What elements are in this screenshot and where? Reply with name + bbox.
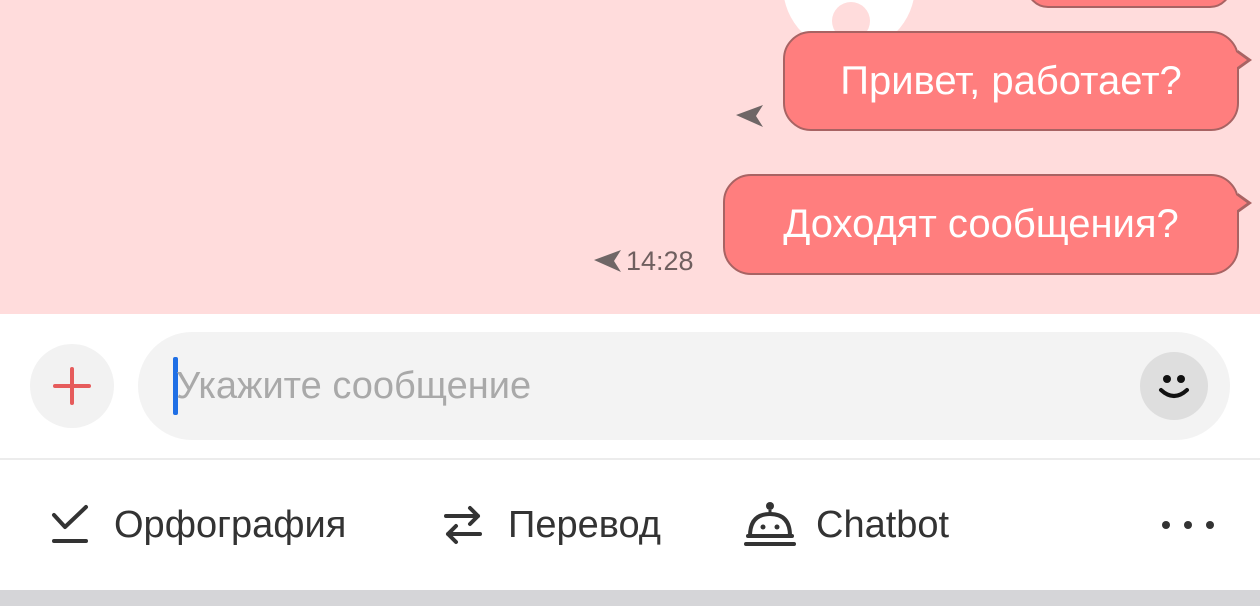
keyboard-edge: [0, 590, 1260, 606]
spellcheck-label: Орфография: [114, 503, 347, 546]
checkmark-underline-icon: [52, 505, 88, 543]
message-bubble[interactable]: Привет, работает?: [783, 31, 1239, 131]
spellcheck-button[interactable]: Орфография: [50, 495, 346, 555]
sent-status-icon: [736, 105, 763, 127]
translate-label: Перевод: [508, 503, 661, 546]
more-button[interactable]: [1156, 510, 1220, 540]
chatbot-button[interactable]: Chatbot: [744, 495, 949, 555]
chat-area: Привет, работает? Доходят сообщения? 14:…: [0, 0, 1260, 314]
add-attachment-button[interactable]: [30, 344, 114, 428]
message-input[interactable]: [176, 352, 1136, 420]
toolbar: Орфография Перевод Chatbot: [0, 460, 1260, 590]
message-text: Доходят сообщения?: [783, 202, 1179, 246]
bubble-tail-fill: [1236, 195, 1247, 211]
message-text: Привет, работает?: [840, 59, 1182, 103]
message-bubble[interactable]: Доходят сообщения?: [723, 174, 1239, 275]
sent-status-icon: [594, 250, 621, 272]
message-time: 14:28: [626, 246, 694, 276]
previous-message-bubble[interactable]: [1026, 0, 1232, 8]
composer-bar: [0, 314, 1260, 459]
smiley-icon: [1159, 375, 1189, 398]
more-dots-icon: [1162, 521, 1214, 529]
bell-bot-icon: [744, 502, 796, 546]
bubble-tail-fill: [1236, 52, 1247, 68]
message-field[interactable]: [138, 332, 1230, 440]
translate-button[interactable]: Перевод: [442, 495, 661, 555]
plus-icon-vertical: [70, 367, 74, 405]
chatbot-label: Chatbot: [816, 503, 950, 546]
swap-arrows-icon: [444, 506, 482, 544]
emoji-button[interactable]: [1140, 352, 1208, 420]
